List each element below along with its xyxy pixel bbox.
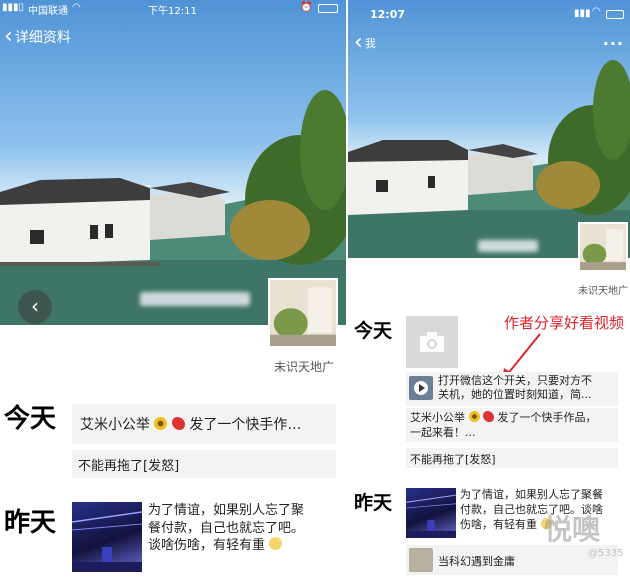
post-thumbnail[interactable] xyxy=(406,488,456,538)
sunflower-emoji xyxy=(154,417,168,430)
post-line-2: 餐付款，自己也就忘了吧。 xyxy=(148,520,305,536)
text-post-content: 不能再拖了[发怒] xyxy=(78,459,180,474)
wifi-icon: ◠ xyxy=(72,2,81,13)
status-time: 12:07 xyxy=(370,8,406,21)
thumbnail-image xyxy=(72,511,142,572)
yesterday-share-card[interactable]: 当科幻遇到金庸 xyxy=(406,545,618,575)
yesterday-label: 昨天 xyxy=(354,492,393,514)
post-line-1: 为了情谊，如果别人忘了聚餐 xyxy=(460,488,603,501)
status-bar: ▮▮▮▯ 中国联通 ◠ 下午12:11 ⏰ xyxy=(0,0,346,17)
watermark: 悦噢 xyxy=(544,513,601,546)
back-button[interactable]: ‹ 详细资料 xyxy=(4,26,71,48)
nav-bar: ‹ 我 ··· xyxy=(348,32,630,62)
rooster-emoji xyxy=(483,411,494,422)
post-thumbnail[interactable] xyxy=(72,502,142,572)
back-label: 详细资料 xyxy=(14,30,71,46)
kuaishou-line-2: 一起来看！... xyxy=(410,426,476,439)
nav-bar: ‹ 详细资料 xyxy=(0,22,346,52)
back-button[interactable]: ‹ 我 xyxy=(354,32,376,54)
avatar[interactable] xyxy=(578,222,628,272)
camera-icon xyxy=(420,332,444,352)
today-kuaishou-card[interactable]: 艾米小公举 发了一个快手作品， 一起来看！... xyxy=(406,408,618,442)
nickname: 未识天地广 xyxy=(273,360,334,374)
nickname: 未识天地广 xyxy=(578,286,628,297)
post-camera-button[interactable] xyxy=(406,316,458,368)
thumbnail-image xyxy=(406,494,456,538)
today-share-card[interactable]: 打开微信这个开关，只要对方不 关机，她的位置时刻知道，简... xyxy=(406,372,618,406)
right-screenshot: 12:07 ▮▮▮ ◠ ‹ 我 ··· 未识天地广 今天 作者分享好看视频 打开… xyxy=(348,0,630,583)
share-card-title: 当科幻遇到金庸 xyxy=(438,555,515,568)
cover-photo: 12:07 ▮▮▮ ◠ ‹ 我 ··· xyxy=(348,0,630,258)
back-chevron-icon: ‹ xyxy=(4,24,13,49)
card-thumbnail xyxy=(409,548,433,572)
today-text-post[interactable]: 不能再拖了[发怒] xyxy=(406,448,618,468)
blurred-region xyxy=(478,240,538,252)
face-emoji xyxy=(269,537,283,551)
left-screenshot: ▮▮▮▯ 中国联通 ◠ 下午12:11 ⏰ ‹ 详细资料 ‹ 未识天地广 今天 … xyxy=(0,0,346,583)
avatar-image xyxy=(580,224,626,270)
watermark-id: @5335 xyxy=(588,548,624,559)
status-bar: 12:07 ▮▮▮ ◠ xyxy=(348,0,630,21)
status-time: 下午12:11 xyxy=(148,6,197,17)
blurred-region xyxy=(140,292,250,306)
signal-icon: ▮▮▮ xyxy=(574,8,591,19)
share-card-text: 艾米小公举 xyxy=(80,417,150,433)
share-line-1: 打开微信这个开关，只要对方不 xyxy=(438,374,592,387)
post-line-1: 为了情谊，如果别人忘了聚 xyxy=(148,503,305,518)
share-line-2: 关机，她的位置时刻知道，简... xyxy=(438,388,592,401)
cover-photo: ▮▮▮▯ 中国联通 ◠ 下午12:11 ⏰ ‹ 详细资料 xyxy=(0,0,346,325)
battery-icon xyxy=(606,10,624,19)
more-options-icon[interactable]: ··· xyxy=(603,34,624,53)
today-label: 今天 xyxy=(354,320,393,342)
yesterday-label: 昨天 xyxy=(4,508,57,538)
share-card-text-after: 发了一个快手作… xyxy=(189,417,302,433)
back-chevron-icon: ‹ xyxy=(354,30,363,55)
sunflower-emoji xyxy=(468,411,480,422)
kuaishou-user: 艾米小公举 xyxy=(410,411,465,424)
avatar-image xyxy=(270,280,336,346)
text-post-content: 不能再拖了[发怒] xyxy=(410,453,496,466)
today-label: 今天 xyxy=(4,404,57,434)
avatar[interactable] xyxy=(268,278,338,348)
wifi-icon: ◠ xyxy=(592,6,601,17)
alarm-icon: ⏰ xyxy=(300,2,313,13)
kuaishou-line-1: 发了一个快手作品， xyxy=(497,411,597,424)
battery-icon xyxy=(318,4,338,13)
carrier-label: 中国联通 xyxy=(28,6,68,17)
today-share-card[interactable]: 艾米小公举 发了一个快手作… xyxy=(72,404,336,444)
yesterday-post-text[interactable]: 为了情谊，如果别人忘了聚 餐付款，自己也就忘了吧。 谈啥伤啥，有轻有重 xyxy=(148,502,340,555)
post-line-3: 谈啥伤啥，有轻有重 xyxy=(148,538,266,554)
post-line-3: 伤啥，有轻有重 xyxy=(460,517,537,531)
back-label: 我 xyxy=(364,37,376,50)
cover-back-button[interactable]: ‹ xyxy=(18,290,52,324)
rooster-emoji xyxy=(171,417,185,430)
today-text-post[interactable]: 不能再拖了[发怒] xyxy=(72,450,336,478)
play-icon xyxy=(409,376,433,400)
signal-icon: ▮▮▮▯ xyxy=(2,2,25,13)
